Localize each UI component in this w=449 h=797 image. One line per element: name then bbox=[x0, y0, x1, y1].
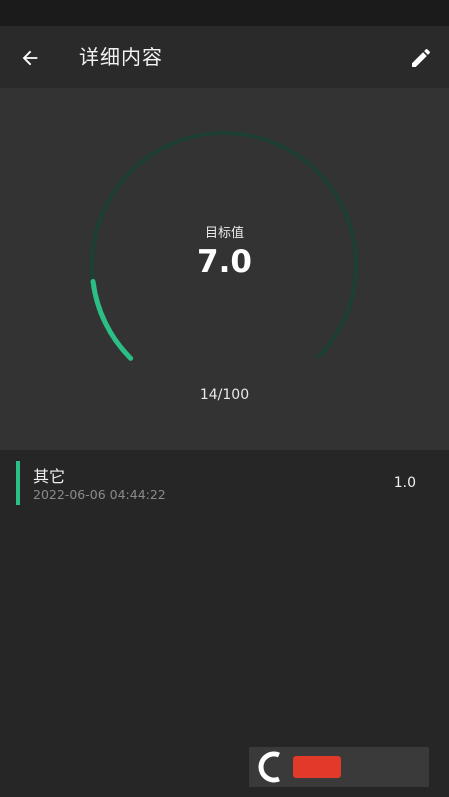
page-title: 详细内容 bbox=[79, 45, 163, 69]
status-bar bbox=[0, 0, 449, 26]
gauge-label: 目标值 bbox=[204, 226, 244, 241]
record-item[interactable]: 其它 2022-06-06 04:44:22 1.0 bbox=[0, 458, 449, 508]
gauge-panel: 目标值 7.0 14/100 bbox=[0, 88, 449, 450]
gauge-progress-text: 14/100 bbox=[199, 387, 250, 403]
gauge-value: 7.0 bbox=[197, 244, 252, 280]
app-bar: 详细内容 bbox=[0, 26, 449, 88]
watermark-logo bbox=[249, 747, 429, 787]
record-value: 1.0 bbox=[393, 475, 416, 491]
record-color-bar bbox=[16, 461, 20, 505]
edit-button[interactable] bbox=[404, 41, 438, 75]
back-button[interactable] bbox=[14, 42, 46, 74]
pencil-icon bbox=[412, 48, 431, 67]
arrow-left-icon bbox=[22, 50, 38, 66]
record-timestamp: 2022-06-06 04:44:22 bbox=[33, 487, 166, 502]
record-name: 其它 bbox=[33, 467, 66, 486]
